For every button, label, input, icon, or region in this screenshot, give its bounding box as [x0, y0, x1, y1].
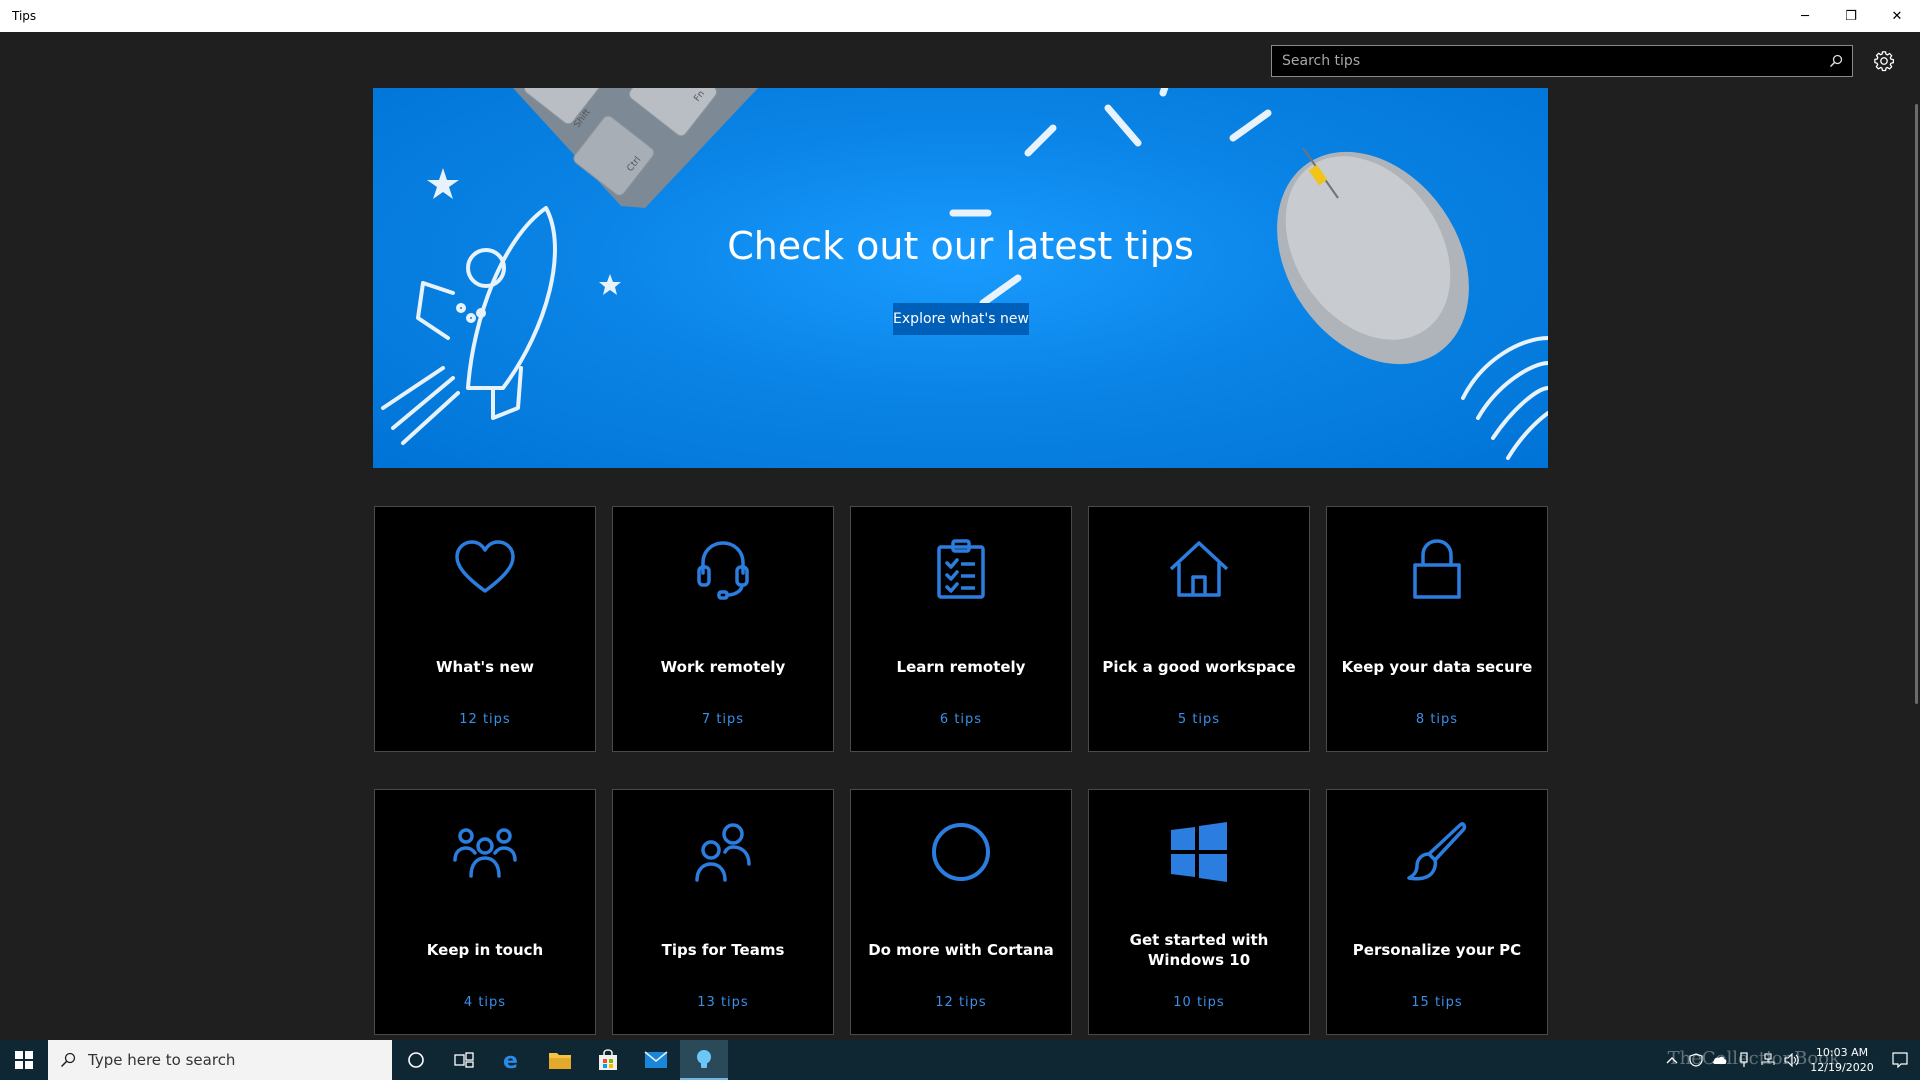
volume-icon[interactable] [1780, 1040, 1804, 1080]
svg-text:e: e [503, 1049, 518, 1072]
cortana-circle-icon [851, 820, 1071, 884]
store-taskbar-button[interactable] [584, 1040, 632, 1080]
task-view-button[interactable] [440, 1040, 488, 1080]
lock-icon [1327, 537, 1547, 601]
notification-center-icon[interactable] [1880, 1040, 1920, 1080]
card-tip-count: 5 tips [1177, 712, 1221, 727]
clock-time: 10:03 AM [1815, 1046, 1869, 1059]
card-title: Learn remotely [896, 658, 1026, 676]
start-button[interactable] [0, 1040, 48, 1080]
taskbar: e 10:03 AM 12/19/2020 [0, 1040, 1920, 1080]
category-card-do-more-with-cortana[interactable]: Do more with Cortana 12 tips [850, 789, 1072, 1035]
people-group-icon [375, 820, 595, 884]
card-tip-count: 15 tips [1411, 995, 1463, 1010]
window-title: Tips [12, 9, 37, 23]
card-tip-count: 13 tips [697, 995, 749, 1010]
taskbar-search-input[interactable] [88, 1051, 392, 1069]
motion-lines [949, 88, 1272, 307]
cortana-icon [408, 1052, 424, 1068]
category-card-get-started-with-windows-10[interactable]: Get started with Windows 10 10 tips [1088, 789, 1310, 1035]
card-tip-count: 6 tips [939, 712, 983, 727]
card-title: Get started with Windows 10 [1129, 931, 1269, 969]
category-card-keep-in-touch[interactable]: Keep in touch 4 tips [374, 789, 596, 1035]
title-bar: Tips ─ ❐ ✕ [0, 0, 1920, 32]
card-tip-count: 8 tips [1415, 712, 1459, 727]
card-title: Tips for Teams [661, 941, 785, 959]
hero-illustration: Shift Ctrl Fn [381, 88, 1548, 460]
hero-headline: Check out our latest tips [727, 224, 1194, 268]
folder-icon [549, 1053, 571, 1069]
network-icon[interactable] [1756, 1040, 1780, 1080]
category-card-pick-a-good-workspace[interactable]: Pick a good workspace 5 tips [1088, 506, 1310, 752]
task-view-icon [454, 1052, 474, 1068]
system-clock[interactable]: 10:03 AM 12/19/2020 [1804, 1045, 1880, 1075]
search-icon[interactable] [1820, 46, 1852, 76]
mail-icon [644, 1051, 668, 1068]
headset-icon [613, 537, 833, 601]
card-tip-count: 7 tips [701, 712, 745, 727]
people-pair-icon [613, 820, 833, 884]
card-title: Keep in touch [426, 941, 544, 959]
star-decoration [599, 274, 621, 295]
category-card-learn-remotely[interactable]: Learn remotely 6 tips [850, 506, 1072, 752]
card-title: Do more with Cortana [868, 941, 1054, 959]
defender-icon[interactable] [1684, 1040, 1708, 1080]
mail-taskbar-button[interactable] [632, 1040, 680, 1080]
category-card-personalize-your-pc[interactable]: Personalize your PC 15 tips [1326, 789, 1548, 1035]
hero-banner: Shift Ctrl Fn Check out our latest tips … [373, 88, 1548, 468]
home-icon [1089, 537, 1309, 601]
taskbar-search-box[interactable] [48, 1040, 392, 1080]
clock-date: 12/19/2020 [1810, 1061, 1874, 1074]
star-decoration [427, 168, 459, 199]
card-title: Keep your data secure [1341, 658, 1533, 676]
close-button[interactable]: ✕ [1874, 0, 1920, 32]
restore-button[interactable]: ❐ [1828, 0, 1874, 32]
settings-gear-icon[interactable] [1868, 45, 1900, 77]
system-tray: 10:03 AM 12/19/2020 [1660, 1040, 1920, 1080]
app-content: Shift Ctrl Fn [0, 32, 1920, 1040]
card-tip-count: 4 tips [463, 995, 507, 1010]
category-card-tips-for-teams[interactable]: Tips for Teams 13 tips [612, 789, 834, 1035]
file-explorer-taskbar-button[interactable] [536, 1040, 584, 1080]
onedrive-cloud-icon[interactable] [1708, 1040, 1732, 1080]
scrollbar[interactable] [1915, 104, 1918, 704]
search-box[interactable] [1271, 45, 1853, 77]
windows-logo-icon [1089, 820, 1309, 884]
keyboard-illustration: Shift Ctrl Fn [513, 88, 758, 208]
card-title: Personalize your PC [1352, 941, 1522, 959]
windows-start-icon [15, 1051, 33, 1069]
category-card-work-remotely[interactable]: Work remotely 7 tips [612, 506, 834, 752]
tips-taskbar-button[interactable] [680, 1040, 728, 1080]
usb-icon[interactable] [1732, 1040, 1756, 1080]
hand-illustration [1461, 336, 1548, 460]
category-card-keep-your-data-secure[interactable]: Keep your data secure 8 tips [1326, 506, 1548, 752]
card-tip-count: 12 tips [459, 712, 511, 727]
search-input[interactable] [1272, 53, 1820, 69]
window-controls: ─ ❐ ✕ [1782, 0, 1920, 32]
cortana-button[interactable] [392, 1040, 440, 1080]
edge-taskbar-button[interactable]: e [488, 1040, 536, 1080]
card-title: Pick a good workspace [1102, 658, 1296, 676]
minimize-button[interactable]: ─ [1782, 0, 1828, 32]
store-bag-icon [599, 1049, 617, 1070]
card-tip-count: 10 tips [1173, 995, 1225, 1010]
category-card-whats-new[interactable]: What's new 12 tips [374, 506, 596, 752]
explore-whats-new-button[interactable]: Explore what's new [893, 303, 1029, 335]
card-title: What's new [436, 658, 534, 676]
chevron-up-icon[interactable] [1660, 1040, 1684, 1080]
card-title: Work remotely [660, 658, 786, 676]
clipboard-checklist-icon [851, 537, 1071, 601]
lightbulb-icon [697, 1050, 711, 1068]
paintbrush-icon [1327, 820, 1547, 884]
card-tip-count: 12 tips [935, 995, 987, 1010]
heart-icon [375, 537, 595, 601]
edge-icon: e [503, 1049, 518, 1072]
search-icon [48, 1052, 88, 1068]
